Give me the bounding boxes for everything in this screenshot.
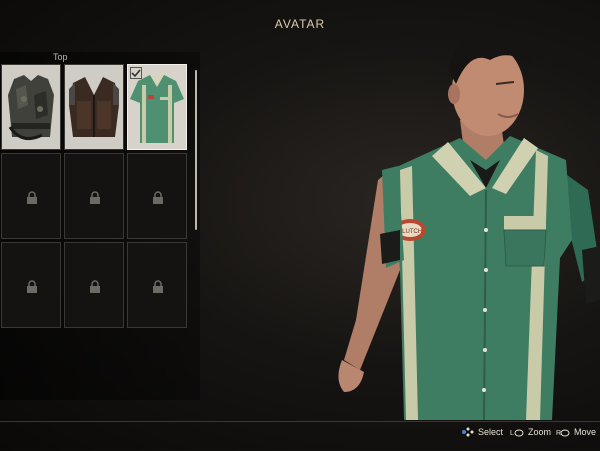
control-label-select: Select — [478, 427, 504, 437]
item-slot-locked[interactable] — [127, 153, 187, 239]
svg-text:L: L — [510, 430, 514, 437]
item-slot-leather-vest[interactable] — [64, 64, 124, 150]
lock-icon — [153, 191, 163, 204]
lock-icon — [90, 191, 100, 204]
control-hint-zoom: L Zoom — [510, 427, 551, 437]
control-label-zoom: Zoom — [528, 427, 552, 437]
dpad-button-icon — [462, 427, 474, 437]
lock-icon — [90, 280, 100, 293]
item-slot-green-bowling-shirt[interactable] — [127, 64, 187, 150]
item-slot-camo-vest[interactable] — [1, 64, 61, 150]
character-preview[interactable]: CLUTCH — [320, 20, 600, 420]
control-label-move: Move — [574, 427, 597, 437]
left-stick-icon: L — [510, 429, 524, 437]
lock-icon — [27, 280, 37, 293]
item-slot-locked[interactable] — [127, 242, 187, 328]
item-slot-locked[interactable] — [64, 153, 124, 239]
leather-vest-thumbnail — [65, 65, 123, 149]
equipped-check-icon — [130, 67, 142, 79]
right-stick-icon: R — [556, 429, 570, 437]
item-slot-locked[interactable] — [1, 153, 61, 239]
item-slot-locked[interactable] — [64, 242, 124, 328]
lock-icon — [153, 280, 163, 293]
item-slot-locked[interactable] — [1, 242, 61, 328]
control-hint-move: R Move — [556, 427, 596, 437]
category-label: Top — [53, 52, 68, 62]
item-grid-scrollbar[interactable] — [195, 70, 197, 230]
svg-text:R: R — [556, 430, 561, 437]
control-hint-select: Select — [460, 427, 503, 437]
lock-icon — [27, 191, 37, 204]
camo-vest-thumbnail — [2, 65, 60, 149]
